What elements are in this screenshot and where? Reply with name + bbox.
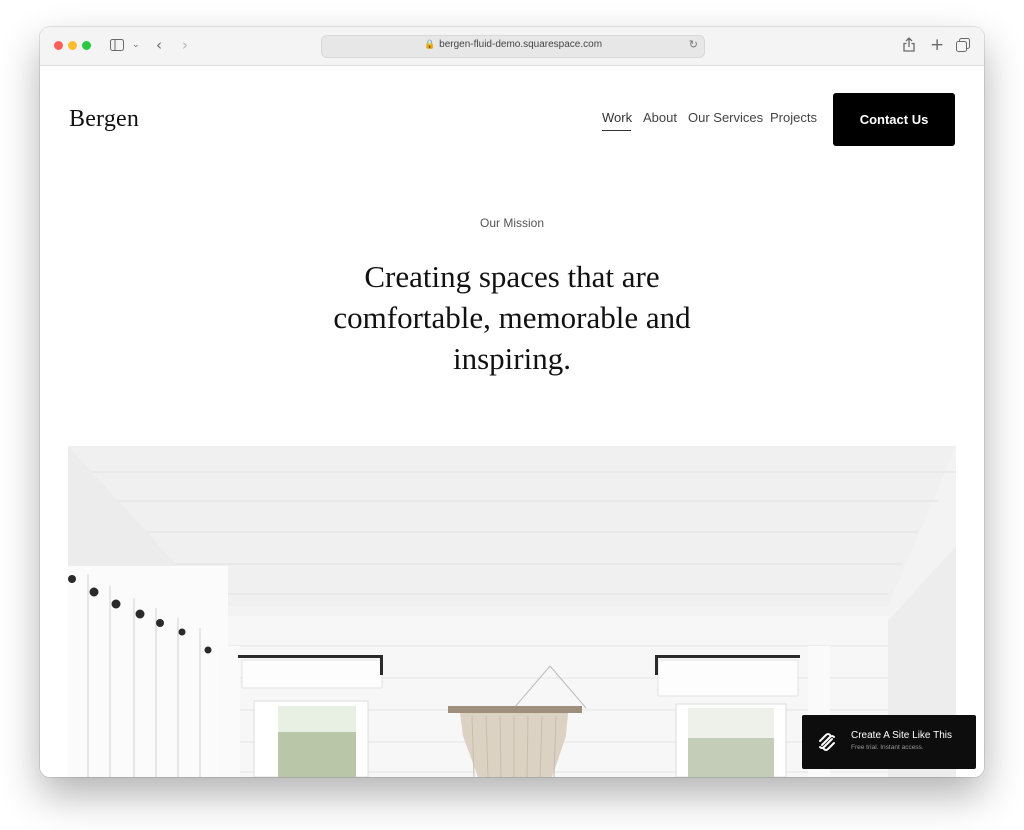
zoom-window-button[interactable] bbox=[82, 41, 91, 50]
nav-active-underline bbox=[602, 130, 631, 131]
forward-arrow-icon[interactable]: › bbox=[182, 36, 188, 54]
plus-icon[interactable]: + bbox=[930, 36, 944, 54]
contact-us-button[interactable]: Contact Us bbox=[833, 93, 955, 146]
tabs-icon[interactable] bbox=[956, 36, 970, 54]
back-arrow-icon[interactable]: ‹ bbox=[156, 36, 162, 54]
section-eyebrow: Our Mission bbox=[479, 216, 544, 230]
browser-toolbar: ⌄ ‹ › 🔒 bergen-fluid-demo.squarespace.com… bbox=[40, 27, 984, 66]
url-text: bergen-fluid-demo.squarespace.com bbox=[439, 39, 603, 50]
mission-headline: Creating spaces that are comfortable, me… bbox=[302, 256, 722, 379]
reload-icon[interactable]: ↻ bbox=[689, 38, 698, 51]
nav-link-projects[interactable]: Projects bbox=[770, 110, 817, 125]
nav-link-about[interactable]: About bbox=[643, 110, 677, 125]
chevron-down-icon[interactable]: ⌄ bbox=[132, 36, 140, 54]
nav-link-work[interactable]: Work bbox=[602, 110, 632, 125]
squarespace-logo-icon bbox=[817, 732, 837, 757]
badge-subtitle: Free trial. Instant access. bbox=[851, 744, 924, 751]
browser-window: ⌄ ‹ › 🔒 bergen-fluid-demo.squarespace.com… bbox=[40, 27, 984, 777]
web-page: Bergen Work About Our Services Projects … bbox=[40, 66, 984, 777]
close-window-button[interactable] bbox=[54, 41, 63, 50]
site-logo[interactable]: Bergen bbox=[69, 106, 139, 133]
headline-line: Creating spaces that are bbox=[364, 259, 660, 294]
share-icon[interactable] bbox=[903, 36, 915, 54]
create-site-badge[interactable]: Create A Site Like This Free trial. Inst… bbox=[802, 715, 976, 769]
lock-icon: 🔒 bbox=[423, 40, 436, 50]
headline-line: comfortable, memorable and bbox=[333, 300, 691, 335]
sidebar-icon[interactable] bbox=[110, 36, 124, 54]
minimize-window-button[interactable] bbox=[68, 41, 77, 50]
badge-title: Create A Site Like This bbox=[851, 730, 952, 741]
address-bar[interactable]: 🔒 bergen-fluid-demo.squarespace.com ↻ bbox=[321, 35, 705, 58]
nav-link-our-services[interactable]: Our Services bbox=[688, 110, 763, 125]
headline-line: inspiring. bbox=[453, 341, 571, 376]
